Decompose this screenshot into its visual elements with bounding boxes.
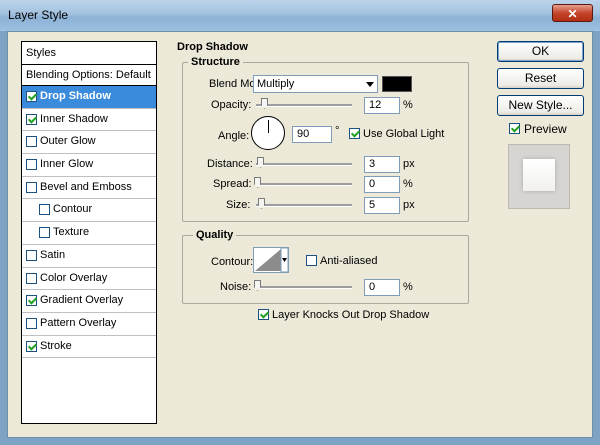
shadow-color-swatch[interactable] [382, 76, 412, 92]
preview-thumbnail [508, 144, 570, 209]
angle-label: Angle: [218, 130, 250, 142]
style-item-satin[interactable]: Satin [22, 245, 156, 268]
style-checkbox[interactable] [39, 227, 50, 239]
style-item-gradient-overlay[interactable]: Gradient Overlay [22, 290, 156, 313]
anti-aliased-label[interactable]: Anti-aliased [320, 255, 377, 267]
section-title: Drop Shadow [177, 41, 248, 53]
style-item-color-overlay[interactable]: Color Overlay [22, 268, 156, 291]
window-title: Layer Style [8, 8, 69, 22]
use-global-light-label[interactable]: Use Global Light [363, 128, 444, 140]
style-checkbox[interactable] [26, 340, 37, 352]
structure-title: Structure [188, 56, 243, 68]
angle-unit: ° [335, 125, 340, 137]
style-item-label: Satin [40, 248, 66, 261]
opacity-input[interactable]: 12 [364, 97, 400, 114]
noise-input[interactable]: 0 [364, 279, 400, 296]
styles-header[interactable]: Styles [22, 42, 156, 65]
close-button[interactable]: ✕ [552, 4, 593, 22]
style-item-label: Drop Shadow [40, 90, 111, 102]
distance-slider-track[interactable] [256, 163, 352, 166]
size-slider-track[interactable] [256, 204, 352, 207]
distance-input[interactable]: 3 [364, 156, 400, 173]
style-item-outer-glow[interactable]: Outer Glow [22, 131, 156, 155]
dialog-client-area: Styles Blending Options: Default Drop Sh… [7, 31, 593, 438]
style-checkbox[interactable] [26, 159, 37, 171]
style-item-label: Texture [53, 226, 90, 239]
style-item-contour[interactable]: Contour [22, 199, 156, 223]
style-item-inner-shadow[interactable]: Inner Shadow [22, 109, 156, 132]
styles-list: Styles Blending Options: Default Drop Sh… [21, 41, 157, 424]
layer-style-dialog: Layer Style ✕ Styles Blending Options: D… [0, 0, 600, 445]
noise-unit: % [403, 281, 413, 293]
style-item-drop-shadow[interactable]: Drop Shadow [22, 86, 156, 109]
style-checkbox[interactable] [26, 113, 37, 125]
opacity-label: Opacity: [211, 99, 252, 111]
style-checkbox[interactable] [26, 181, 37, 193]
style-item-label: Inner Shadow [40, 112, 108, 125]
angle-input[interactable]: 90 [292, 126, 332, 143]
spread-unit: % [403, 178, 413, 190]
style-item-label: Contour [53, 203, 93, 216]
angle-dial[interactable] [251, 116, 285, 150]
spread-input[interactable]: 0 [364, 176, 400, 193]
noise-slider-track[interactable] [256, 286, 352, 289]
new-style-button[interactable]: New Style... [497, 95, 584, 116]
anti-aliased-checkbox[interactable] [306, 255, 317, 266]
style-item-label: Outer Glow [40, 135, 96, 148]
use-global-light-checkbox[interactable] [349, 128, 360, 139]
contour-curve-icon [255, 247, 289, 273]
style-checkbox[interactable] [26, 91, 37, 102]
style-item-label: Inner Glow [40, 158, 94, 171]
preview-swatch [523, 159, 555, 191]
style-checkbox[interactable] [26, 249, 37, 261]
ok-button[interactable]: OK [497, 41, 584, 62]
style-checkbox[interactable] [26, 295, 37, 307]
chevron-down-icon [366, 82, 374, 87]
spread-label: Spread: [213, 178, 252, 190]
contour-picker[interactable] [253, 247, 289, 273]
angle-dial-hand [268, 120, 269, 133]
quality-group [182, 235, 469, 304]
contour-label: Contour: [211, 256, 254, 268]
spread-slider-track[interactable] [256, 183, 352, 186]
style-checkbox[interactable] [26, 272, 37, 284]
distance-label: Distance: [207, 158, 253, 170]
style-item-label: Pattern Overlay [40, 316, 117, 329]
opacity-slider-track[interactable] [256, 104, 352, 107]
size-input[interactable]: 5 [364, 197, 400, 214]
reset-button[interactable]: Reset [497, 68, 584, 89]
knockout-checkbox[interactable] [258, 309, 269, 320]
size-label: Size: [226, 199, 251, 211]
close-icon: ✕ [567, 7, 578, 21]
style-item-label: Stroke [40, 339, 72, 352]
size-unit: px [403, 199, 415, 211]
title-bar[interactable]: Layer Style ✕ [0, 0, 600, 31]
style-item-pattern-overlay[interactable]: Pattern Overlay [22, 313, 156, 336]
style-item-stroke[interactable]: Stroke [22, 336, 156, 359]
style-item-inner-glow[interactable]: Inner Glow [22, 154, 156, 177]
blend-mode-select[interactable]: Multiply [253, 75, 378, 93]
preview-checkbox[interactable] [509, 123, 520, 134]
style-item-label: Gradient Overlay [40, 294, 124, 307]
style-checkbox[interactable] [39, 204, 50, 216]
style-item-texture[interactable]: Texture [22, 222, 156, 245]
knockout-label[interactable]: Layer Knocks Out Drop Shadow [272, 309, 429, 321]
distance-unit: px [403, 158, 415, 170]
preview-label[interactable]: Preview [524, 122, 567, 136]
blending-options-item[interactable]: Blending Options: Default [22, 65, 156, 86]
style-item-label: Color Overlay [40, 271, 108, 284]
noise-label: Noise: [220, 281, 252, 293]
style-item-bevel-and-emboss[interactable]: Bevel and Emboss [22, 177, 156, 200]
blend-mode-value: Multiply [257, 78, 295, 90]
opacity-unit: % [403, 99, 413, 111]
style-item-label: Bevel and Emboss [40, 180, 132, 193]
quality-title: Quality [193, 229, 237, 241]
style-checkbox[interactable] [26, 136, 37, 148]
style-checkbox[interactable] [26, 317, 37, 329]
